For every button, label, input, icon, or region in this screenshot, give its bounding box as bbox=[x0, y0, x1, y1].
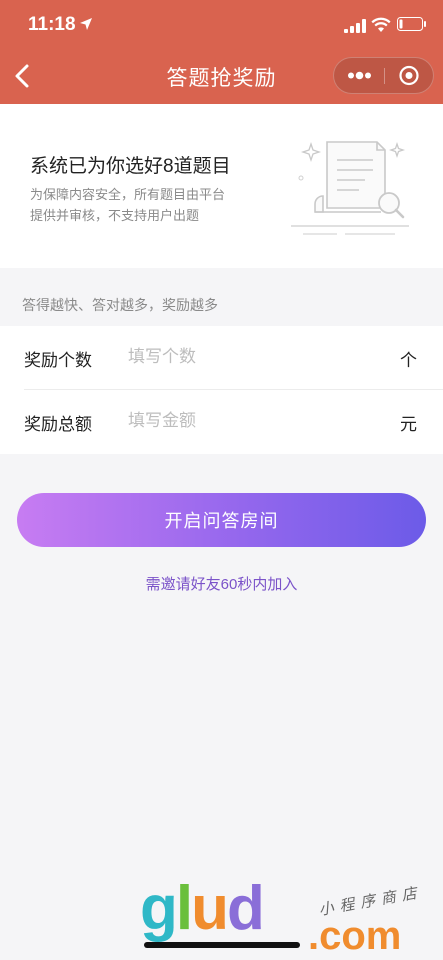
status-bar: 11:18 bbox=[0, 0, 443, 48]
signal-icon bbox=[344, 19, 366, 33]
capsule-menu bbox=[333, 57, 434, 94]
watermark-logo: glud bbox=[140, 874, 265, 943]
reward-amount-unit: 元 bbox=[400, 415, 417, 434]
battery-icon bbox=[397, 17, 426, 31]
intro-desc-line-2: 提供并审核，不支持用户出题 bbox=[30, 208, 200, 223]
more-dots-icon[interactable] bbox=[334, 58, 384, 93]
intro-desc-line-1: 为保障内容安全，所有题目由平台 bbox=[30, 187, 226, 202]
header: 11:18 答题抢奖励 bbox=[0, 0, 443, 104]
intro-description: 为保障内容安全，所有题目由平台 提供并审核，不支持用户出题 bbox=[30, 184, 260, 226]
reward-amount-label: 奖励总额 bbox=[24, 415, 92, 434]
home-indicator bbox=[144, 942, 300, 948]
reward-count-input[interactable] bbox=[128, 342, 368, 372]
reward-count-unit: 个 bbox=[400, 351, 417, 370]
status-time: 11:18 bbox=[28, 14, 76, 35]
close-target-icon[interactable] bbox=[385, 58, 434, 93]
reward-form: 奖励个数 个 奖励总额 元 bbox=[0, 326, 443, 454]
start-quiz-room-button[interactable]: 开启问答房间 bbox=[17, 493, 426, 547]
reward-hint: 答得越快、答对越多，奖励越多 bbox=[22, 297, 218, 313]
wifi-icon bbox=[371, 17, 391, 32]
location-arrow-icon bbox=[80, 18, 92, 30]
document-search-icon bbox=[291, 141, 409, 235]
reward-amount-row: 奖励总额 元 bbox=[0, 390, 443, 454]
nav-bar: 答题抢奖励 bbox=[0, 48, 443, 104]
intro-title: 系统已为你选好8道题目 bbox=[30, 156, 231, 177]
intro-card: 系统已为你选好8道题目 为保障内容安全，所有题目由平台 提供并审核，不支持用户出… bbox=[0, 104, 443, 268]
invite-note: 需邀请好友60秒内加入 bbox=[145, 576, 298, 593]
reward-amount-input[interactable] bbox=[128, 406, 368, 436]
reward-count-row: 奖励个数 个 bbox=[0, 326, 443, 390]
reward-count-label: 奖励个数 bbox=[24, 351, 92, 370]
watermark-domain: .com bbox=[308, 914, 402, 958]
